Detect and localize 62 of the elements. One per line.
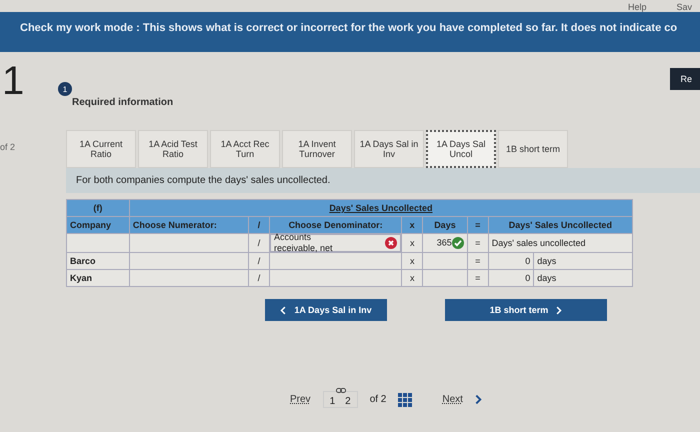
nav-button[interactable]: 1A Days Sal in Inv — [265, 299, 387, 321]
tab[interactable]: 1A Current Ratio — [66, 130, 136, 168]
top-button[interactable]: Re — [670, 68, 700, 90]
company-cell: Kyan — [66, 270, 130, 286]
column-header: Company — [66, 216, 130, 234]
table-cell: / — [248, 270, 270, 286]
tab[interactable]: 1A Days Sal Uncol — [426, 130, 496, 168]
column-header: Choose Denominator: — [269, 216, 402, 234]
table-cell: = — [467, 234, 488, 252]
tab[interactable]: 1B short term — [498, 130, 568, 168]
nav-button[interactable]: 1B short term — [445, 299, 607, 321]
chevron-right-icon — [556, 306, 562, 314]
column-header: Days — [422, 216, 468, 234]
chevron-left-icon — [280, 306, 286, 314]
instruction-text: For both companies compute the days' sales uncollected. — [66, 168, 700, 193]
tab[interactable]: 1A Acid Test Ratio — [138, 130, 208, 168]
tab[interactable]: 1A Acct Rec Turn — [210, 130, 280, 168]
page-selector[interactable]: 1 2 — [322, 391, 358, 408]
input-field[interactable] — [422, 270, 468, 286]
input-field[interactable] — [269, 270, 402, 286]
input-field[interactable] — [129, 234, 248, 252]
result-value: 0 — [488, 270, 534, 286]
link-icon — [336, 388, 346, 393]
column-header: x — [402, 216, 423, 234]
input-field[interactable] — [129, 252, 248, 270]
column-header: Days' Sales Uncollected — [488, 216, 632, 234]
days-field[interactable]: 365 — [422, 234, 468, 252]
chevron-right-icon — [474, 394, 482, 405]
result-field[interactable]: Days' sales uncollected — [488, 234, 632, 252]
result-value: 0 — [488, 252, 534, 270]
table-title: Days' Sales Uncollected — [129, 200, 632, 216]
table-cell: / — [248, 234, 270, 252]
table-cell: x — [402, 270, 423, 286]
table-cell: x — [402, 252, 423, 270]
column-header: Choose Numerator: — [129, 216, 248, 234]
table-cell: = — [467, 252, 488, 270]
table-cell: = — [467, 270, 488, 286]
top-link[interactable]: Sav — [676, 3, 692, 12]
denominator-field[interactable]: Accounts receivable, net — [270, 234, 402, 252]
input-field[interactable] — [129, 270, 248, 286]
tab[interactable]: 1A Days Sal in Inv — [354, 130, 424, 168]
unit-cell: days — [534, 270, 632, 286]
part-label: (f) — [66, 200, 130, 216]
tab[interactable]: 1A Invent Turnover — [282, 130, 352, 168]
table-cell: / — [248, 252, 270, 270]
company-cell: Barco — [66, 252, 130, 270]
input-field[interactable] — [269, 252, 402, 270]
table-cell: x — [402, 234, 423, 252]
input-field[interactable] — [422, 252, 468, 270]
prev-link[interactable]: Prev — [290, 394, 311, 405]
question-position: of 2 — [0, 142, 16, 152]
mode-banner: Check my work mode : This shows what is correct or incorrect for the work you have completed so far. It does not indicate co — [0, 12, 700, 52]
top-link[interactable]: Help — [628, 3, 646, 12]
next-link[interactable]: Next — [442, 394, 463, 405]
column-header: / — [248, 216, 270, 234]
grid-icon[interactable] — [398, 392, 412, 406]
column-header: = — [467, 216, 488, 234]
question-number: 1 — [2, 60, 26, 102]
info-badge: 1 — [58, 82, 72, 96]
required-info-label: Required information — [72, 97, 174, 108]
page-total: of 2 — [370, 394, 386, 405]
unit-cell: days — [534, 252, 632, 270]
